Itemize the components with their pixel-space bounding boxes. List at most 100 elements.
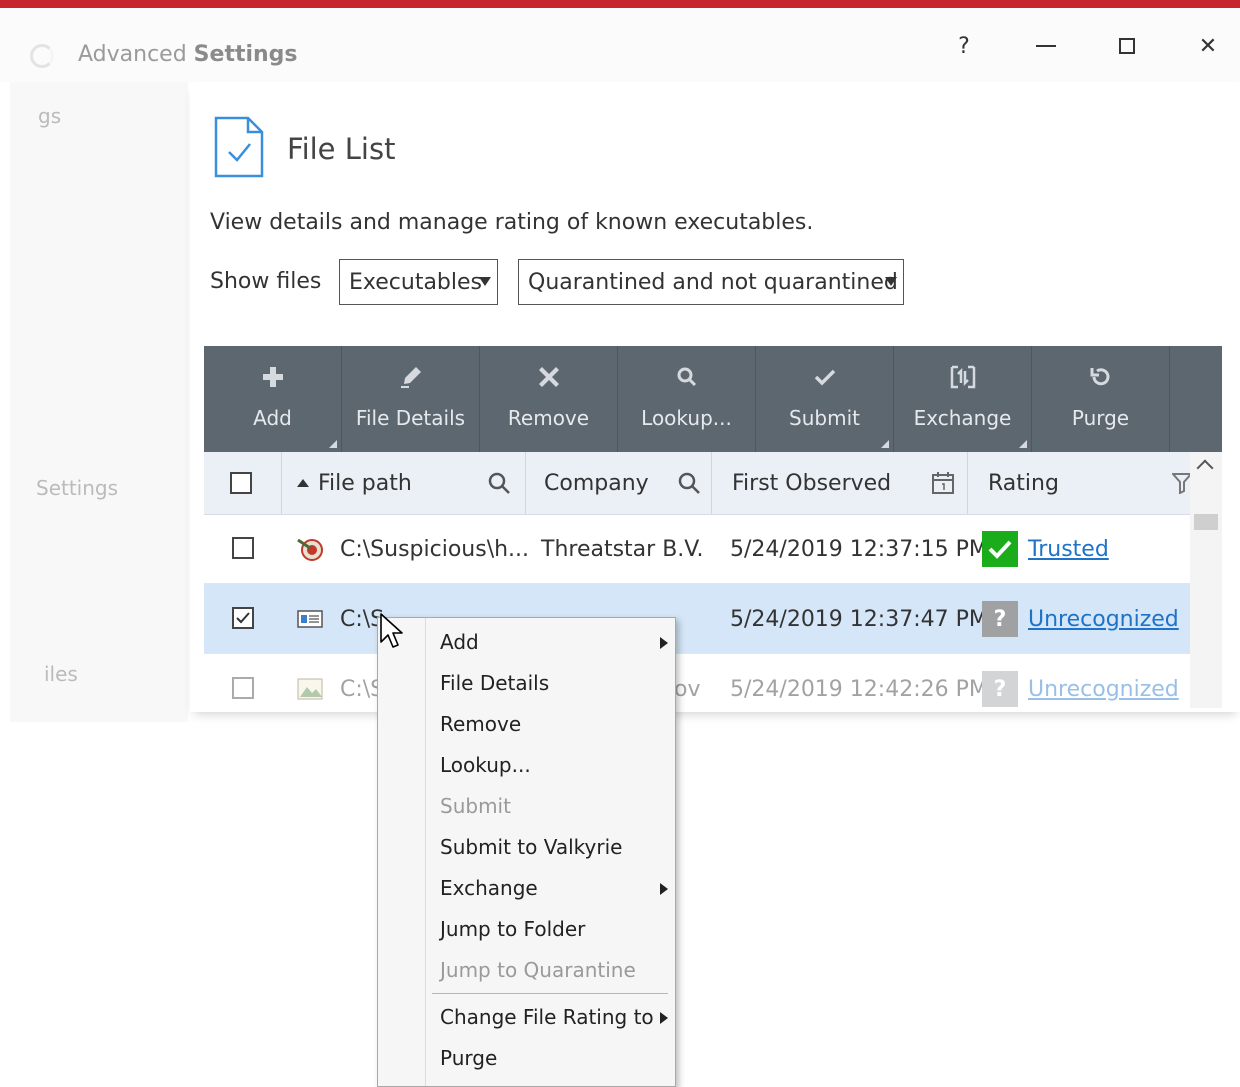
column-header-first-observed[interactable]: First Observed	[712, 452, 968, 514]
dropdown-arrow-icon	[885, 277, 897, 286]
add-button-label: Add	[253, 406, 292, 430]
table-row[interactable]: C:\S 5/24/2019 12:37:47 PM ? Unrecognize…	[204, 584, 1190, 654]
sidebar-item-1[interactable]: gs	[38, 104, 62, 128]
unrecognized-question-icon: ?	[982, 671, 1018, 707]
window-title: Advanced Settings	[78, 42, 298, 67]
checkmark-icon	[814, 369, 835, 386]
first-observed-cell: 5/24/2019 12:37:15 PM	[730, 536, 988, 562]
executable-file-icon	[297, 610, 323, 628]
lookup-button-label: Lookup...	[641, 406, 732, 430]
show-files-label: Show files	[210, 269, 322, 294]
magnifier-icon	[677, 367, 696, 387]
submenu-arrow-icon	[660, 1012, 668, 1024]
add-button[interactable]: Add	[204, 346, 342, 452]
rating-link[interactable]: Trusted	[1028, 514, 1109, 584]
first-observed-cell: 5/24/2019 12:37:47 PM	[730, 606, 988, 632]
context-menu: Add File Details Remove Lookup... Submit…	[377, 617, 676, 1087]
scrollbar-thumb[interactable]	[1194, 514, 1218, 530]
first-observed-header-label: First Observed	[732, 470, 892, 496]
submenu-arrow-icon	[660, 637, 668, 649]
exchange-button[interactable]: Exchange	[894, 346, 1032, 452]
maximize-button[interactable]	[1107, 30, 1147, 62]
remove-button-label: Remove	[507, 406, 590, 430]
first-observed-cell: 5/24/2019 12:42:26 PM	[730, 676, 988, 702]
column-header-company[interactable]: Company	[526, 452, 712, 514]
purge-button[interactable]: Purge	[1032, 346, 1170, 452]
settings-sidebar	[10, 82, 188, 722]
menu-item-submit: Submit	[440, 794, 511, 818]
exchange-button-label: Exchange	[913, 406, 1012, 430]
scroll-up-arrow-icon[interactable]	[1196, 459, 1214, 477]
menu-item-add[interactable]: Add	[440, 630, 479, 654]
checkmark-icon	[236, 612, 250, 624]
company-cell: Threatstar B.V.	[541, 536, 704, 562]
menu-item-remove[interactable]: Remove	[440, 712, 521, 736]
search-icon[interactable]	[676, 470, 702, 496]
mouse-cursor-icon	[380, 613, 403, 648]
row-checkbox[interactable]	[232, 537, 254, 559]
rating-header-label: Rating	[988, 470, 1059, 496]
trusted-check-icon	[982, 531, 1018, 567]
threat-file-icon	[297, 538, 323, 561]
file-details-button[interactable]: File Details	[342, 346, 480, 452]
table-row[interactable]: C:\S ov 5/24/2019 12:42:26 PM ? Unrecogn…	[204, 654, 1190, 708]
close-button[interactable]: ✕	[1188, 30, 1228, 62]
submenu-corner-icon	[1019, 440, 1027, 448]
company-header-label: Company	[544, 470, 649, 496]
pencil-icon	[400, 367, 421, 388]
rating-link[interactable]: Unrecognized	[1028, 654, 1179, 708]
column-header-rating[interactable]: Rating	[968, 452, 1192, 514]
table-scrollbar[interactable]	[1190, 452, 1222, 708]
select-all-checkbox[interactable]	[230, 472, 252, 494]
file-path-cell: C:\Suspicious\h...	[340, 536, 530, 562]
quarantine-filter-value: Quarantined and not quarantined	[528, 269, 898, 295]
window-title-main: Settings	[193, 42, 298, 67]
page-title: File List	[287, 132, 396, 166]
x-icon	[538, 367, 559, 387]
title-accent-strip	[0, 0, 1240, 8]
exchange-icon	[950, 365, 975, 389]
toolbar: Add File Details Remove Lookup... Submit…	[204, 346, 1222, 452]
filter-icon[interactable]	[1172, 472, 1192, 494]
file-type-select[interactable]: Executables	[339, 259, 498, 305]
sort-ascending-icon	[297, 479, 309, 487]
menu-item-purge[interactable]: Purge	[440, 1046, 497, 1070]
company-cell: ov	[674, 676, 701, 702]
menu-item-jump-to-quarantine: Jump to Quarantine	[440, 958, 636, 982]
table-row[interactable]: C:\Suspicious\h... Threatstar B.V. 5/24/…	[204, 514, 1190, 584]
help-button[interactable]: ?	[944, 30, 984, 62]
calendar-icon[interactable]	[930, 470, 956, 496]
submit-button-label: Submit	[789, 406, 860, 430]
lookup-button[interactable]: Lookup...	[618, 346, 756, 452]
rating-link[interactable]: Unrecognized	[1028, 584, 1179, 654]
remove-button[interactable]: Remove	[480, 346, 618, 452]
select-all-cell	[204, 452, 282, 514]
file-list-icon	[214, 116, 264, 178]
submit-button[interactable]: Submit	[756, 346, 894, 452]
search-icon[interactable]	[486, 470, 512, 496]
sidebar-item-files[interactable]: iles	[44, 662, 84, 686]
submenu-corner-icon	[329, 440, 337, 448]
file-type-value: Executables	[349, 269, 482, 295]
page-description: View details and manage rating of known …	[210, 210, 814, 235]
plus-icon	[262, 367, 283, 387]
title-bar: Advanced Settings ? ✕	[0, 8, 1240, 82]
file-details-button-label: File Details	[355, 406, 466, 430]
row-checkbox[interactable]	[232, 607, 254, 629]
minimize-icon	[1036, 45, 1056, 47]
menu-item-file-details[interactable]: File Details	[440, 671, 549, 695]
menu-item-jump-to-folder[interactable]: Jump to Folder	[440, 917, 585, 941]
purge-button-label: Purge	[1071, 406, 1130, 430]
row-checkbox[interactable]	[232, 677, 254, 699]
menu-item-submit-to-valkyrie[interactable]: Submit to Valkyrie	[440, 835, 622, 859]
maximize-icon	[1119, 38, 1135, 54]
quarantine-filter-select[interactable]: Quarantined and not quarantined	[518, 259, 904, 305]
sidebar-item-settings[interactable]: Settings	[36, 476, 126, 500]
menu-item-exchange[interactable]: Exchange	[440, 876, 538, 900]
unrecognized-question-icon: ?	[982, 601, 1018, 637]
menu-item-change-file-rating[interactable]: Change File Rating to	[440, 1005, 654, 1029]
refresh-icon	[1090, 368, 1109, 386]
column-header-file-path[interactable]: File path	[282, 452, 526, 514]
minimize-button[interactable]	[1026, 30, 1066, 62]
menu-item-lookup[interactable]: Lookup...	[440, 753, 531, 777]
